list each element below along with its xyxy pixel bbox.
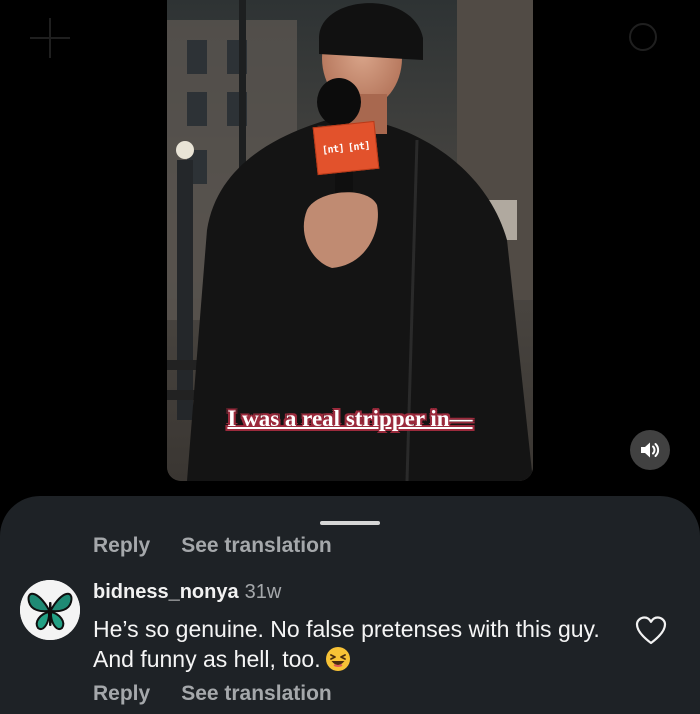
comment-header: bidness_nonya 31w	[93, 581, 281, 604]
comment-body: He’s so genuine. No false pretenses with…	[93, 614, 603, 674]
see-translation-button[interactable]: See translation	[181, 534, 332, 558]
comments-sheet: Reply See translation Reply See translat…	[0, 496, 700, 714]
comment-age: 31w	[244, 581, 282, 603]
video-caption: I was a real stripper in—	[227, 406, 473, 431]
speaker-icon	[641, 442, 660, 458]
sound-toggle-button[interactable]	[630, 430, 670, 470]
faded-share-icon	[629, 23, 657, 51]
sheet-drag-handle[interactable]	[320, 521, 380, 525]
comment-actions: Reply See translation	[93, 682, 332, 706]
reply-button[interactable]: Reply	[93, 534, 150, 558]
see-translation-button[interactable]: See translation	[181, 682, 332, 706]
video-player[interactable]: [nt] [nt] I was a real stripper in—	[167, 0, 533, 481]
butterfly-icon	[20, 580, 80, 640]
mic-flag-text-1: [nt]	[321, 142, 345, 156]
reply-button[interactable]: Reply	[93, 682, 150, 706]
faded-plus-icon	[30, 18, 70, 58]
comment-actions-top: Reply See translation	[93, 534, 332, 558]
comment-username[interactable]: bidness_nonya	[93, 581, 239, 603]
microphone-flag: [nt] [nt]	[312, 120, 380, 176]
mic-flag-text-2: [nt]	[347, 140, 371, 154]
avatar[interactable]	[20, 580, 80, 640]
laughing-face-emoji	[325, 647, 350, 671]
video-area: [nt] [nt] I was a real stripper in—	[0, 0, 700, 510]
heart-icon[interactable]	[634, 614, 668, 648]
